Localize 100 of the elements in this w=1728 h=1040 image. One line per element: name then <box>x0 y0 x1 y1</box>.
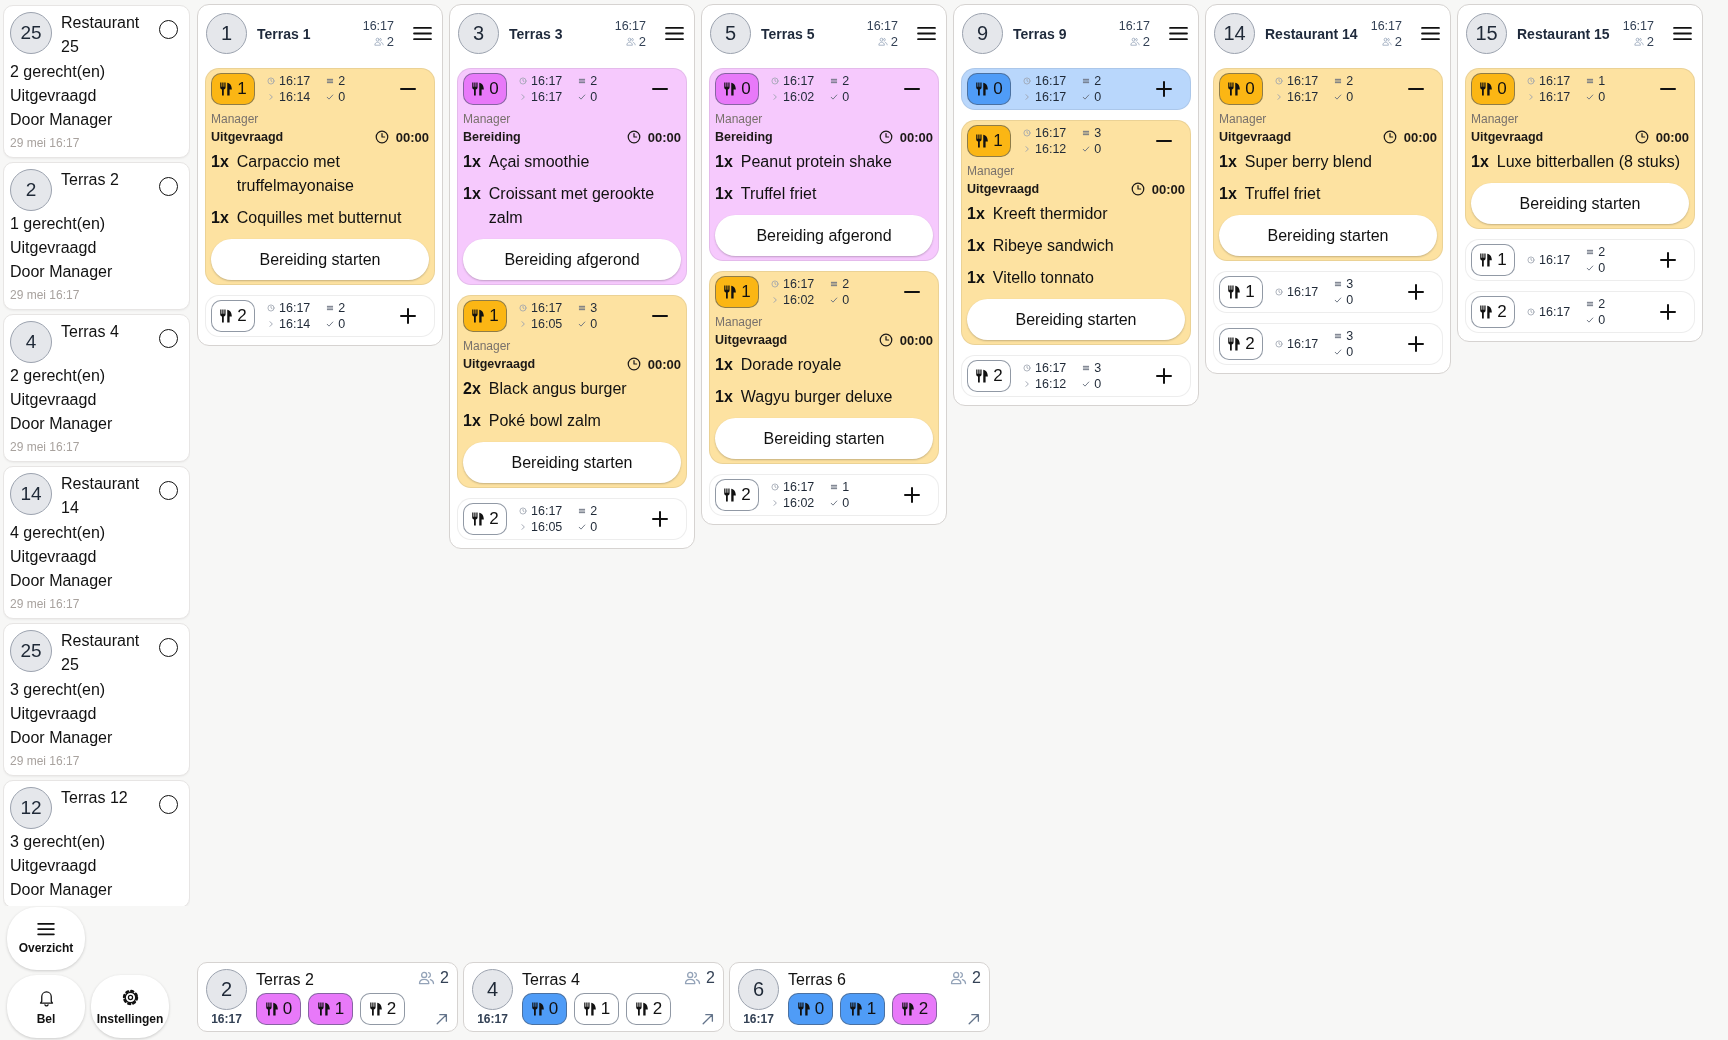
ordered-by: Door Manager <box>10 414 114 434</box>
course-button[interactable]: 2 <box>626 993 671 1025</box>
table-number: 25 <box>10 630 52 672</box>
item-count: 2 <box>338 73 346 89</box>
course-button[interactable]: 0 <box>463 73 507 105</box>
order-card[interactable]: 14 Restaurant 14 4 gerecht(en) Uitgevraagd Door Manager 29 mei 16:17 <box>3 466 190 619</box>
chevron-icon <box>1023 380 1031 388</box>
item-name: Kreeft thermidor <box>992 204 1109 224</box>
course-button[interactable]: 0 <box>715 73 759 105</box>
action-button[interactable]: Bereiding afgerond <box>463 239 681 280</box>
table-number: 4 <box>472 969 513 1010</box>
item-name: Peanut protein shake <box>740 152 893 172</box>
course-button[interactable]: 1 <box>211 73 255 105</box>
course-button[interactable]: 2 <box>211 300 255 332</box>
item-name: Carpaccio met truffelmayonaise <box>236 152 355 196</box>
course-button[interactable]: 1 <box>1219 276 1263 308</box>
item-count: 1 <box>842 479 850 495</box>
order-time: 16:17 <box>531 73 563 89</box>
course-button[interactable]: 1 <box>574 993 619 1025</box>
course-status: Uitgevraagd <box>967 182 1040 196</box>
table-name: Restaurant 14 <box>1265 25 1359 42</box>
menu-icon <box>916 26 936 41</box>
radio-button[interactable] <box>159 329 178 348</box>
check-icon <box>830 296 839 304</box>
list-icon <box>1082 364 1091 372</box>
action-button[interactable]: Bereiding afgerond <box>715 215 933 256</box>
clock-icon <box>267 77 275 85</box>
course-button[interactable]: 1 <box>967 125 1011 157</box>
course-button[interactable]: 2 <box>1471 296 1515 328</box>
course-button[interactable]: 0 <box>1471 73 1515 105</box>
bell-button[interactable]: Bel <box>7 975 85 1038</box>
course-button[interactable]: 0 <box>788 993 833 1025</box>
check-icon <box>1586 316 1595 324</box>
since-time: 16:17 <box>1287 89 1319 105</box>
item-count: 2 <box>1346 73 1354 89</box>
settings-button[interactable]: Instellingen <box>91 975 169 1038</box>
course-button[interactable]: 0 <box>1219 73 1263 105</box>
menu-icon <box>412 26 432 41</box>
order-date: 29 mei 16:17 <box>10 439 81 456</box>
order-time: 16:17 <box>1287 73 1319 89</box>
course-button[interactable]: 1 <box>715 276 759 308</box>
check-icon <box>1586 93 1595 101</box>
timer: 00:00 <box>1403 129 1437 145</box>
overview-button[interactable]: Overzicht <box>7 907 85 970</box>
order-card[interactable]: 2 Terras 2 1 gerecht(en) Uitgevraagd Door Manager 29 mei 16:17 <box>3 162 190 310</box>
radio-button[interactable] <box>159 20 178 39</box>
timer-icon <box>626 357 641 371</box>
timer: 00:00 <box>647 129 681 145</box>
course-button[interactable]: 1 <box>308 993 353 1025</box>
radio-button[interactable] <box>159 638 178 657</box>
minus-icon <box>652 88 668 90</box>
fork-knife-icon <box>723 81 739 97</box>
course-button[interactable]: 0 <box>522 993 567 1025</box>
fork-knife-icon <box>219 81 235 97</box>
table-tile[interactable]: 2 16:17 Terras 2 0 1 2 2 <box>197 962 458 1032</box>
table-time: 16:17 <box>866 17 898 34</box>
order-card[interactable]: 25 Restaurant 25 3 gerecht(en) Uitgevraagd Door Manager 29 mei 16:17 <box>3 623 190 776</box>
action-button[interactable]: Bereiding starten <box>967 299 1185 340</box>
course-button[interactable]: 2 <box>1219 328 1263 360</box>
course-button[interactable]: 2 <box>715 479 759 511</box>
action-button[interactable]: Bereiding starten <box>1471 183 1689 224</box>
action-button[interactable]: Bereiding starten <box>1219 215 1437 256</box>
timer-icon <box>878 333 893 347</box>
clock-icon <box>1275 288 1283 296</box>
radio-button[interactable] <box>159 795 178 814</box>
action-button[interactable]: Bereiding starten <box>463 442 681 483</box>
order-time: 16:17 <box>1539 73 1571 89</box>
radio-button[interactable] <box>159 177 178 196</box>
waiter-name: Manager <box>715 314 764 330</box>
course-button[interactable]: 1 <box>840 993 885 1025</box>
action-button[interactable]: Bereiding starten <box>211 239 429 280</box>
course-button[interactable]: 2 <box>360 993 405 1025</box>
course-button[interactable]: 0 <box>967 73 1011 105</box>
list-icon <box>1082 129 1091 137</box>
item-name: Dorade royale <box>740 355 843 375</box>
plus-icon <box>400 308 416 324</box>
ordered-by: Door Manager <box>10 262 114 282</box>
item-quantity: 1x <box>211 208 229 228</box>
timer-icon <box>1382 130 1397 144</box>
order-card[interactable]: 12 Terras 12 3 gerecht(en) Uitgevraagd Door Manager <box>3 780 190 906</box>
list-icon <box>1082 77 1091 85</box>
action-button[interactable]: Bereiding starten <box>715 418 933 459</box>
chevron-icon <box>1527 93 1535 101</box>
done-count: 0 <box>1094 89 1102 105</box>
table-tile[interactable]: 4 16:17 Terras 4 0 1 2 2 <box>463 962 724 1032</box>
course-button[interactable]: 2 <box>892 993 937 1025</box>
course-button[interactable]: 2 <box>967 360 1011 392</box>
done-count: 0 <box>842 495 850 511</box>
course-button[interactable]: 1 <box>1471 244 1515 276</box>
since-time: 16:17 <box>1035 89 1067 105</box>
radio-button[interactable] <box>159 481 178 500</box>
order-card[interactable]: 25 Restaurant 25 2 gerecht(en) Uitgevraagd Door Manager 29 mei 16:17 <box>3 5 190 158</box>
table-tile[interactable]: 6 16:17 Terras 6 0 1 2 2 <box>729 962 990 1032</box>
course-button[interactable]: 2 <box>463 503 507 535</box>
item-name: Vitello tonnato <box>992 268 1095 288</box>
order-card[interactable]: 4 Terras 4 2 gerecht(en) Uitgevraagd Door Manager 29 mei 16:17 <box>3 314 190 462</box>
item-quantity: 1x <box>967 236 985 256</box>
course-button[interactable]: 0 <box>256 993 301 1025</box>
course-button[interactable]: 1 <box>463 300 507 332</box>
clock-icon <box>1275 340 1283 348</box>
